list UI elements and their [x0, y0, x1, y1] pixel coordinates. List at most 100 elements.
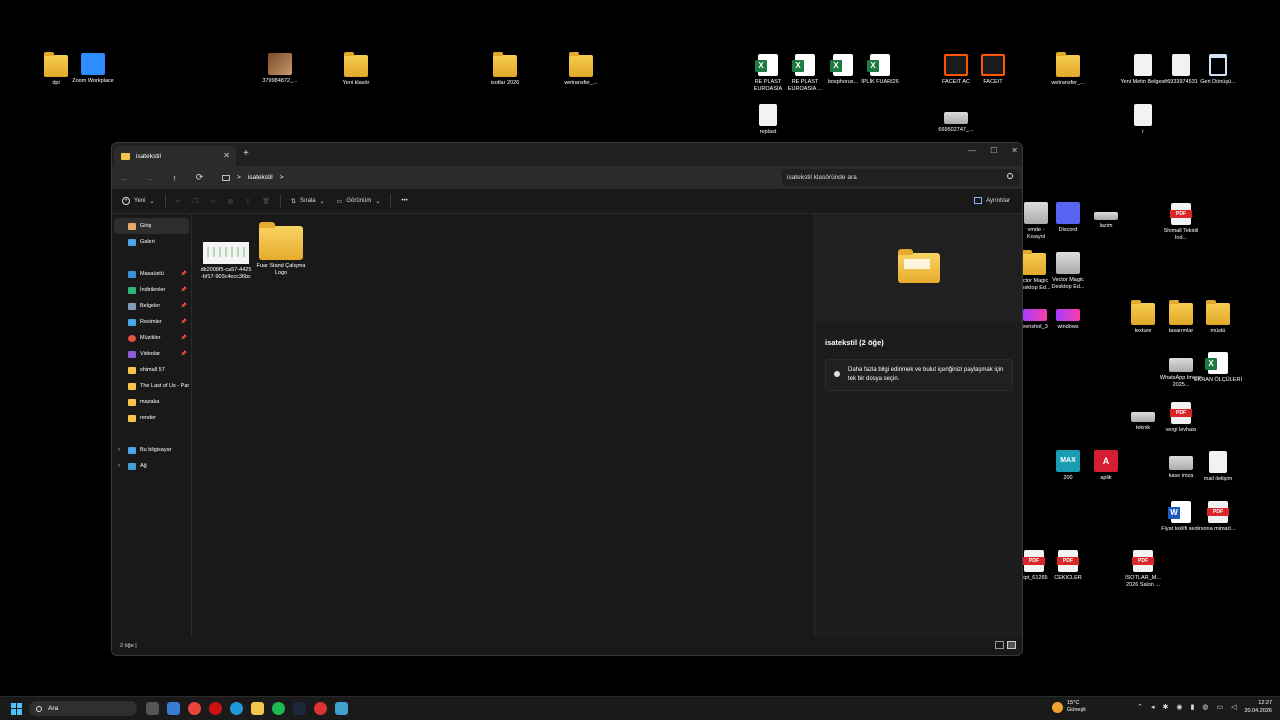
large-icons-view-button[interactable]: [1007, 641, 1016, 649]
desktop-icon[interactable]: EKRAN ÖLÇÜLERİ: [1194, 352, 1242, 384]
taskbar-search[interactable]: Ara: [29, 701, 137, 716]
task-view-icon[interactable]: [146, 702, 159, 715]
close-tab-icon[interactable]: ✕: [223, 151, 230, 160]
file-item[interactable]: db2008f5-ca57-4425-bf17-903c4ecc36bc: [200, 242, 252, 281]
sidebar-item-documents[interactable]: Belgeler 📌: [112, 298, 191, 314]
desktop-icon[interactable]: CEKICLER: [1044, 550, 1092, 582]
more-options-button[interactable]: •••: [395, 198, 413, 204]
autocad-icon: A: [1094, 450, 1118, 472]
sidebar-item-pictures[interactable]: Resimler 📌: [112, 314, 191, 330]
chevron-up-icon[interactable]: ⌃: [1137, 703, 1143, 711]
sidebar-item-downloads[interactable]: İndirilenler 📌: [112, 282, 191, 298]
desktop-icon[interactable]: müstü: [1194, 300, 1242, 335]
app-icon[interactable]: [314, 702, 327, 715]
share-icon[interactable]: ⇪: [239, 198, 256, 205]
sidebar-item-label: Bu bilgisayar: [140, 447, 172, 453]
desktop-icon[interactable]: Zoom Workplace: [69, 53, 117, 85]
recycle-bin-icon: [1209, 54, 1227, 76]
desktop-icon[interactable]: lazim: [1082, 212, 1130, 230]
cut-icon[interactable]: ✂: [170, 198, 187, 205]
tray-app-icon[interactable]: ◍: [1202, 703, 1208, 711]
desktop-icon[interactable]: 379984872_...: [256, 53, 304, 85]
steam-icon[interactable]: [293, 702, 306, 715]
breadcrumb-isatekstil[interactable]: isatekstil: [248, 174, 273, 181]
tray-app-icon[interactable]: ◂: [1151, 703, 1155, 711]
tab-isatekstil[interactable]: isatekstil ✕: [114, 146, 236, 166]
sidebar-item-folder[interactable]: render: [112, 410, 191, 426]
details-view-button[interactable]: [995, 641, 1004, 649]
desktop-icon[interactable]: r: [1119, 104, 1167, 136]
desktop-icon[interactable]: replast: [744, 104, 792, 136]
spotify-icon[interactable]: [272, 702, 285, 715]
sidebar-item-music[interactable]: Müzikler 📌: [112, 330, 191, 346]
desktop-icon[interactable]: sona mimarl...: [1194, 501, 1242, 533]
maximize-button[interactable]: ☐: [990, 146, 997, 155]
opera-icon[interactable]: [209, 702, 222, 715]
breadcrumb-separator: >: [237, 174, 241, 181]
rename-icon[interactable]: ▤: [222, 198, 240, 205]
sidebar-item-this-pc[interactable]: › Bu bilgisayar: [112, 442, 191, 458]
desktop-icon[interactable]: isotlar 2026: [481, 52, 529, 87]
folder-icon: [128, 366, 136, 374]
weather-widget[interactable]: 15°C Güneşli: [1052, 700, 1086, 714]
app-icon[interactable]: [335, 702, 348, 715]
search-icon[interactable]: [1007, 173, 1013, 179]
details-pane-button[interactable]: Ayrıntılar: [974, 197, 1010, 204]
tray-app-icon[interactable]: ✱: [1163, 703, 1169, 711]
breadcrumb-chevron[interactable]: >: [280, 174, 284, 181]
network-icon: [128, 462, 136, 470]
minimize-button[interactable]: —: [968, 146, 976, 155]
paste-icon[interactable]: ▭: [204, 198, 222, 205]
tray-app-icon[interactable]: ◉: [1176, 703, 1182, 711]
network-icon[interactable]: ▭: [1216, 703, 1223, 711]
forward-button[interactable]: →: [137, 173, 162, 183]
new-tab-button[interactable]: +: [243, 148, 249, 159]
desktop-icon[interactable]: vergi levhası: [1157, 402, 1205, 434]
sidebar-item-folder[interactable]: mazaka: [112, 394, 191, 410]
desktop-icon[interactable]: wetransfer_...: [557, 52, 605, 87]
desktop-icon[interactable]: Vector Magic Desktop Ed...: [1044, 252, 1092, 291]
refresh-button[interactable]: ⟳: [187, 172, 212, 183]
desktop-icon[interactable]: FACEIT: [969, 54, 1017, 86]
clock-time: 12:27: [1258, 700, 1272, 706]
search-input[interactable]: isatekstil klasöründe ara: [782, 169, 1020, 186]
volume-icon[interactable]: ◁: [1231, 703, 1236, 711]
pin-icon: 📌: [180, 351, 187, 357]
desktop-icon[interactable]: İSOTLAR_M... 2026 Salon ...: [1119, 550, 1167, 589]
desktop-icon[interactable]: windows: [1044, 309, 1092, 331]
start-button[interactable]: [11, 702, 23, 715]
sidebar-item-videos[interactable]: Videolar 📌: [112, 346, 191, 362]
close-window-button[interactable]: ✕: [1011, 146, 1018, 155]
clock[interactable]: 12:27 20.04.2026: [1244, 699, 1272, 715]
address-bar[interactable]: > isatekstil >: [216, 169, 778, 186]
sidebar-item-gallery[interactable]: Galeri: [112, 234, 191, 250]
tray-app-icon[interactable]: ▮: [1190, 703, 1194, 711]
desktop-icon[interactable]: wetransfer_...: [1044, 52, 1092, 87]
chevron-right-icon[interactable]: ›: [118, 447, 120, 453]
desktop-icon[interactable]: Aaplik: [1082, 450, 1130, 482]
chrome-icon[interactable]: [188, 702, 201, 715]
sidebar-item-network[interactable]: › Ağ: [112, 458, 191, 474]
chevron-right-icon[interactable]: ›: [118, 463, 120, 469]
new-button[interactable]: + Yeni ⌄: [116, 197, 161, 205]
desktop-icon[interactable]: Yeni klasör: [332, 52, 380, 87]
sidebar-item-desktop[interactable]: Masaüstü 📌: [112, 266, 191, 282]
folder-item[interactable]: Fuar Stand Çalışma Logo: [255, 222, 307, 277]
edge-icon[interactable]: [230, 702, 243, 715]
copy-icon[interactable]: ❐: [187, 198, 204, 205]
up-button[interactable]: ↑: [162, 173, 187, 183]
sidebar-item-folder[interactable]: shimall 57: [112, 362, 191, 378]
view-button[interactable]: ▭ Görünüm ⌄: [331, 198, 387, 205]
widgets-icon[interactable]: [167, 702, 180, 715]
file-explorer-icon[interactable]: [251, 702, 264, 715]
desktop-icon[interactable]: Shimall Tekstil Ind...: [1157, 203, 1205, 242]
desktop-icon[interactable]: mail iletişim: [1194, 451, 1242, 483]
sidebar-item-home[interactable]: Giriş: [114, 218, 189, 234]
desktop-icon[interactable]: Geri Dönüşü...: [1194, 54, 1242, 86]
delete-icon[interactable]: 🗑: [256, 198, 276, 205]
sort-button[interactable]: ⇅ Sırala ⌄: [285, 198, 331, 205]
sidebar-item-folder[interactable]: The Last of Us - Par: [112, 378, 191, 394]
back-button[interactable]: ←: [112, 173, 137, 183]
desktop-icon[interactable]: İPLİK FUARI26: [856, 54, 904, 86]
desktop-icon[interactable]: 669502747_...: [932, 112, 980, 134]
